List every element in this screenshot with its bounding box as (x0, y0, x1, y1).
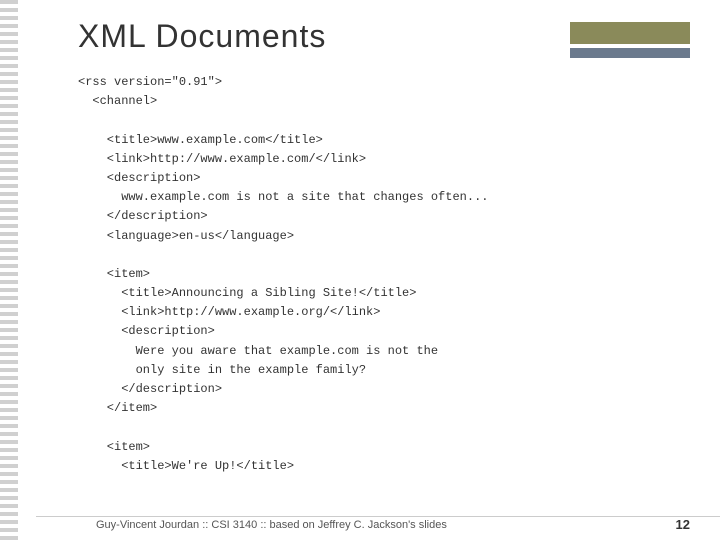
slide-content: XML Documents <rss version="0.91"> <chan… (18, 0, 720, 540)
footer-credit: based on Jeffrey C. Jackson's slides (269, 519, 446, 531)
footer-course: CSI 3140 (211, 519, 257, 531)
title-accent-bar (570, 22, 690, 44)
title-accent-bar-2 (570, 48, 690, 58)
code-area: <rss version="0.91"> <channel> <title>ww… (18, 65, 720, 476)
left-decorative-bar (0, 0, 18, 540)
footer-sep1: :: (202, 519, 211, 531)
title-area: XML Documents (18, 0, 720, 65)
slide-page-number: 12 (676, 517, 690, 532)
footer-author: Guy-Vincent Jourdan (96, 519, 199, 531)
xml-code-block: <rss version="0.91"> <channel> <title>ww… (78, 73, 690, 476)
slide-footer: Guy-Vincent Jourdan :: CSI 3140 :: based… (36, 516, 720, 532)
footer-attribution: Guy-Vincent Jourdan :: CSI 3140 :: based… (96, 519, 447, 531)
